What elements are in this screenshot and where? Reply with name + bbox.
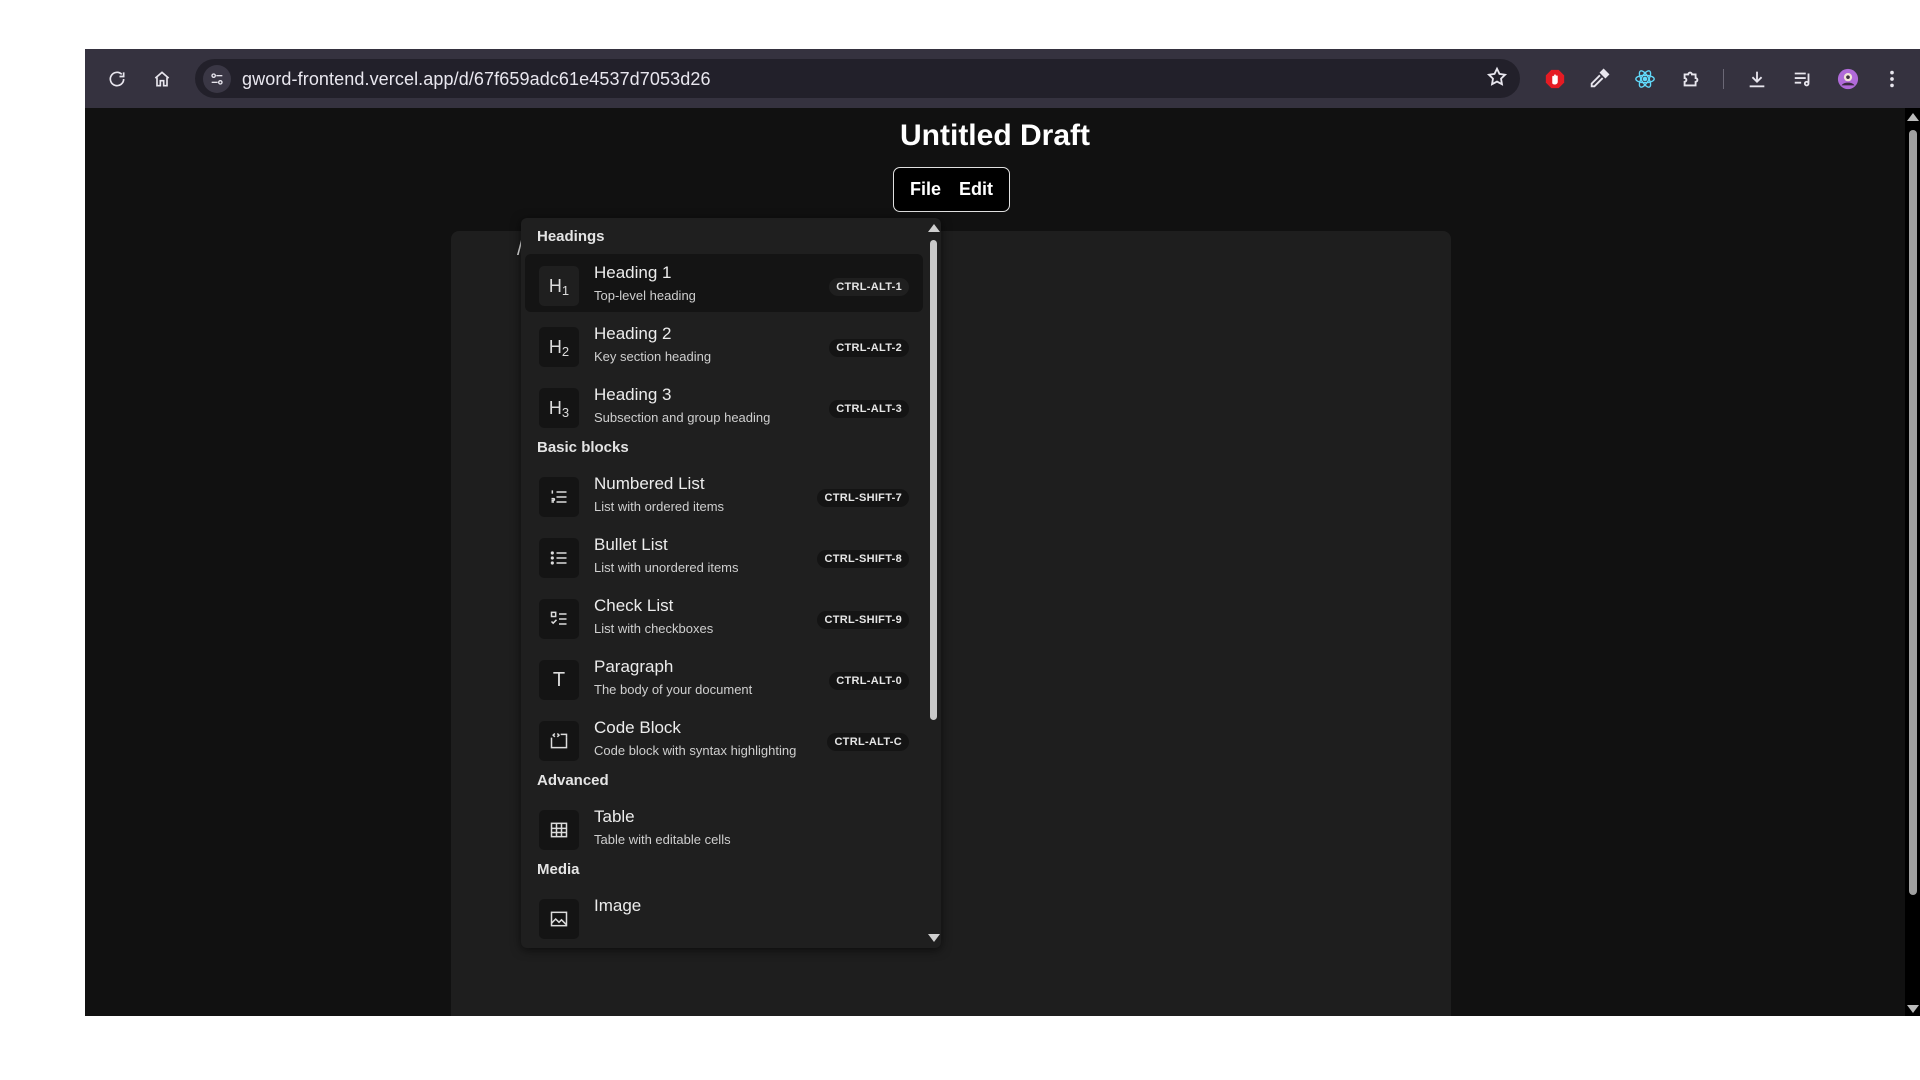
- heading-2-icon: H2: [539, 327, 579, 367]
- address-bar[interactable]: gword-frontend.vercel.app/d/67f659adc61e…: [195, 59, 1520, 98]
- file-menu[interactable]: File: [910, 179, 941, 200]
- tune-icon: [211, 73, 223, 85]
- page-scrollbar[interactable]: [1905, 108, 1920, 1016]
- group-label-media: Media: [537, 861, 580, 878]
- image-icon: [539, 899, 579, 939]
- code-block-icon: [539, 721, 579, 761]
- site-info-button[interactable]: [203, 65, 231, 93]
- scroll-thumb[interactable]: [1909, 130, 1917, 895]
- menu-item-title: Paragraph: [594, 657, 674, 676]
- menu-scroll-thumb[interactable]: [930, 240, 937, 720]
- menu-item-subtitle: List with ordered items: [594, 499, 725, 514]
- star-icon: [1486, 66, 1508, 86]
- shortcut-badge: CTRL-ALT-1: [829, 278, 909, 296]
- group-label-advanced: Advanced: [537, 772, 609, 789]
- color-picker-extension[interactable]: [1582, 62, 1616, 96]
- table-icon: [539, 810, 579, 850]
- menu-item-heading-2[interactable]: H2 Heading 2 Key section heading CTRL-ALT-2: [525, 315, 923, 373]
- menu-item-image[interactable]: Image: [525, 887, 923, 945]
- menu-item-bullet-list[interactable]: Bullet List List with unordered items CTRL…: [525, 526, 923, 584]
- menu-item-title: Heading 2: [594, 324, 672, 343]
- heading-1-icon: H1: [539, 266, 579, 306]
- menu-scroll-down-arrow[interactable]: [928, 934, 940, 942]
- bookmark-button[interactable]: [1486, 66, 1508, 93]
- menu-item-subtitle: The body of your document: [594, 682, 753, 697]
- menu-item-table[interactable]: Table Table with editable cells: [525, 798, 923, 856]
- home-button[interactable]: [145, 62, 179, 96]
- downloads-icon: [1749, 71, 1765, 88]
- browser-window: gword-frontend.vercel.app/d/67f659adc61e…: [85, 49, 1920, 1016]
- menu-item-heading-3[interactable]: H3 Heading 3 Subsection and group heading C…: [525, 376, 923, 434]
- menu-item-title: Check List: [594, 596, 674, 615]
- extensions-button[interactable]: [1674, 62, 1708, 96]
- scroll-down-arrow[interactable]: [1907, 1005, 1919, 1013]
- menu-item-heading-1[interactable]: H1 Heading 1 Top-level heading CTRL-ALT-1: [525, 254, 923, 312]
- menu-item-title: Bullet List: [594, 535, 668, 554]
- kebab-menu-icon: [1890, 70, 1894, 88]
- shortcut-badge: CTRL-ALT-2: [829, 339, 909, 357]
- browser-menu-button[interactable]: [1875, 62, 1909, 96]
- menu-item-subtitle: Key section heading: [594, 349, 712, 364]
- menu-item-title: Image: [594, 896, 642, 915]
- shortcut-badge: CTRL-ALT-0: [829, 672, 909, 690]
- menu-item-subtitle: List with checkboxes: [594, 621, 714, 636]
- shortcut-badge: CTRL-SHIFT-7: [817, 489, 909, 507]
- downloads-button[interactable]: [1740, 62, 1774, 96]
- menu-item-subtitle: Code block with syntax highlighting: [594, 743, 797, 758]
- group-label-basic-blocks: Basic blocks: [537, 439, 629, 456]
- media-queue-button[interactable]: [1786, 62, 1820, 96]
- heading-3-icon: H3: [539, 388, 579, 428]
- reload-icon: [109, 71, 125, 87]
- numbered-list-icon: [539, 477, 579, 517]
- menu-item-subtitle: Table with editable cells: [594, 832, 731, 847]
- extensions-puzzle-icon: [1683, 71, 1699, 87]
- adblock-icon: [1545, 69, 1565, 89]
- url-text[interactable]: gword-frontend.vercel.app/d/67f659adc61e…: [242, 69, 711, 90]
- check-list-icon: [539, 599, 579, 639]
- menu-item-subtitle: List with unordered items: [594, 560, 739, 575]
- menu-scroll-up-arrow[interactable]: [928, 224, 940, 232]
- menu-item-title: Numbered List: [594, 474, 705, 493]
- edit-menu[interactable]: Edit: [959, 179, 993, 200]
- menu-item-title: Code Block: [594, 718, 681, 737]
- shortcut-badge: CTRL-ALT-3: [829, 400, 909, 418]
- profile-avatar[interactable]: [1831, 62, 1865, 96]
- document-title[interactable]: Untitled Draft: [85, 119, 1905, 153]
- page-content: Untitled Draft File Edit /: [85, 108, 1905, 1016]
- reload-button[interactable]: [100, 62, 134, 96]
- menu-item-title: Table: [594, 807, 635, 826]
- scroll-up-arrow[interactable]: [1907, 113, 1919, 121]
- toolbar-divider: [1723, 69, 1724, 89]
- menu-item-subtitle: Subsection and group heading: [594, 410, 771, 425]
- shortcut-badge: CTRL-ALT-C: [827, 733, 909, 751]
- bullet-list-icon: [539, 538, 579, 578]
- react-devtools-icon: [1635, 70, 1655, 88]
- paragraph-icon: T: [539, 660, 579, 700]
- menu-item-title: Heading 3: [594, 385, 672, 404]
- menu-item-code-block[interactable]: Code Block Code block with syntax highlig…: [525, 709, 923, 767]
- home-icon: [154, 71, 170, 87]
- menu-item-numbered-list[interactable]: Numbered List List with ordered items CTRL…: [525, 465, 923, 523]
- browser-toolbar: gword-frontend.vercel.app/d/67f659adc61e…: [85, 49, 1920, 108]
- shortcut-badge: CTRL-SHIFT-9: [817, 611, 909, 629]
- adblock-extension[interactable]: [1538, 62, 1572, 96]
- document-menubar: File Edit: [893, 167, 1010, 212]
- menu-item-check-list[interactable]: Check List List with checkboxes CTRL-SHIFT…: [525, 587, 923, 645]
- menu-item-subtitle: Top-level heading: [594, 288, 696, 303]
- slash-command-menu: Headings H1 Heading 1 Top-level heading CTRL…: [521, 218, 941, 948]
- menu-item-title: Heading 1: [594, 263, 672, 282]
- avatar-icon: [1837, 68, 1859, 90]
- menu-scrollbar[interactable]: [925, 218, 941, 948]
- menu-item-paragraph[interactable]: T Paragraph The body of your document CTRL-…: [525, 648, 923, 706]
- color-picker-icon: [1590, 68, 1610, 88]
- shortcut-badge: CTRL-SHIFT-8: [817, 550, 909, 568]
- media-queue-icon: [1794, 72, 1810, 87]
- group-label-headings: Headings: [537, 228, 605, 245]
- react-devtools-extension[interactable]: [1628, 62, 1662, 96]
